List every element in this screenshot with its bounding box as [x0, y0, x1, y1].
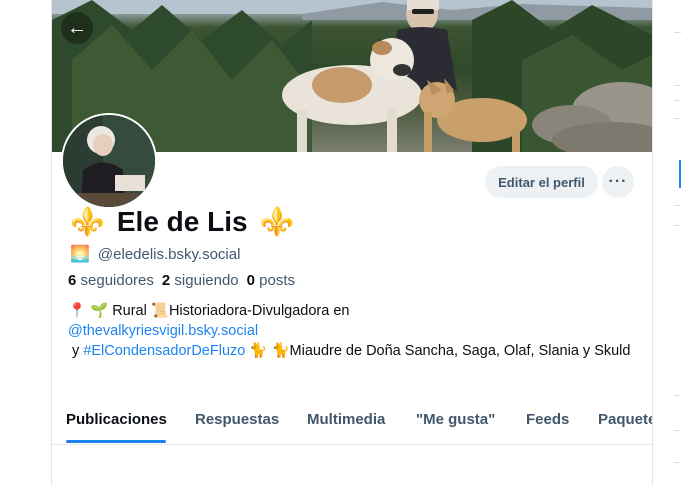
posts-label: posts — [259, 272, 296, 289]
profile-stats: 6 seguidores 2 siguiendo 0 posts — [68, 272, 295, 289]
following-stat[interactable]: 2 siguiendo — [162, 272, 239, 289]
more-options-button[interactable]: ··· — [602, 166, 634, 198]
handle-row: 🌅 @eledelis.bsky.social — [70, 244, 240, 264]
posts-stat: 0 posts — [247, 272, 295, 289]
sidebar-edge-line — [674, 462, 681, 463]
scroll-icon: 📜 — [150, 303, 169, 319]
sidebar-edge-line — [674, 430, 681, 431]
bio-rest: Miaudre de Doña Sancha, Saga, Olaf, Slan… — [289, 343, 631, 359]
bio-hashtag-link[interactable]: #ElCondensadorDeFluzo — [83, 343, 245, 359]
tab-me-gusta[interactable]: "Me gusta" — [416, 411, 495, 428]
bio-rural: Rural — [112, 303, 147, 319]
active-tab-indicator — [66, 440, 166, 443]
profile-tabs: Publicaciones Respuestas Multimedia "Me … — [52, 400, 652, 445]
tab-respuestas[interactable]: Respuestas — [195, 411, 279, 428]
bio-line1: Historiadora-Divulgadora en — [168, 303, 350, 319]
cat-icon: 🐈 — [249, 343, 268, 359]
posts-count: 0 — [246, 272, 255, 289]
fleur-de-lis-icon: ⚜️ — [259, 206, 295, 237]
tab-feeds[interactable]: Feeds — [526, 411, 569, 428]
avatar[interactable] — [61, 113, 157, 209]
tab-multimedia[interactable]: Multimedia — [307, 411, 385, 428]
profile-handle: @eledelis.bsky.social — [97, 245, 241, 263]
sunrise-icon: 🌅 — [70, 246, 90, 263]
profile-bio: 📍 🌱 Rural 📜Historiadora-Divulgadora en @… — [68, 301, 638, 361]
tab-paquetes[interactable]: Paquetes — [598, 411, 652, 428]
bio-conjunction: y — [72, 343, 80, 359]
ellipsis-icon: ··· — [608, 173, 628, 190]
sidebar-edge-line — [674, 100, 681, 101]
followers-stat[interactable]: 6 seguidores — [68, 272, 154, 289]
following-count: 2 — [161, 272, 171, 289]
display-name-row: ⚜️ Ele de Lis ⚜️ — [70, 205, 294, 238]
sidebar-edge-line — [674, 118, 681, 119]
cat-icon: 🐈 — [271, 343, 290, 359]
following-label: siguiendo — [174, 272, 239, 289]
avatar-illustration — [63, 115, 155, 207]
arrow-left-icon: ← — [67, 16, 87, 39]
followers-label: seguidores — [80, 272, 154, 289]
tab-publicaciones[interactable]: Publicaciones — [66, 411, 167, 428]
back-button[interactable]: ← — [61, 12, 93, 44]
bio-mention-link[interactable]: @thevalkyriesvigil.bsky.social — [68, 323, 258, 339]
sidebar-edge-line — [674, 32, 681, 33]
right-sidebar-edge — [653, 0, 681, 485]
edit-profile-button[interactable]: Editar el perfil — [485, 166, 598, 198]
sidebar-edge-line — [674, 225, 681, 226]
display-name: Ele de Lis — [116, 205, 248, 237]
sidebar-edge-line — [674, 205, 681, 206]
pin-icon: 📍 — [68, 303, 87, 319]
sidebar-edge-line — [674, 395, 681, 396]
sidebar-edge-line — [674, 85, 681, 86]
followers-count: 6 — [68, 272, 77, 289]
sprout-icon: 🌱 — [90, 303, 109, 319]
fleur-de-lis-icon: ⚜️ — [70, 206, 105, 237]
